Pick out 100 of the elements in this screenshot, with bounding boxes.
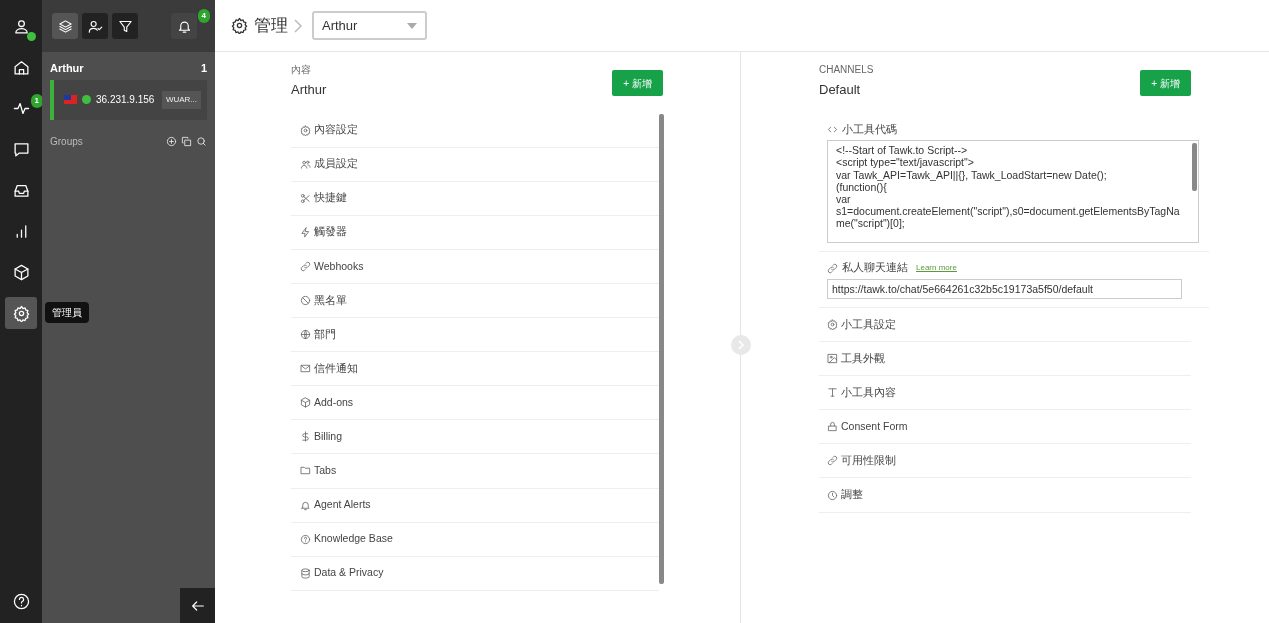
menu-item[interactable]: 工具外觀 [819, 342, 1191, 377]
menu-item-label: Billing [314, 429, 342, 444]
link-icon [827, 262, 838, 274]
chat-icon [12, 140, 30, 158]
menu-item[interactable]: 部門 [291, 318, 659, 353]
menu-item-label: Agent Alerts [314, 497, 371, 513]
cube-icon [12, 263, 30, 281]
page-title: 管理 [254, 14, 288, 37]
menu-item[interactable]: 黑名單 [291, 283, 659, 319]
back-button[interactable] [180, 588, 215, 623]
menu-item-label: 小工具內容 [841, 384, 896, 400]
layers-button[interactable] [52, 13, 78, 39]
bell-icon [176, 18, 192, 34]
globe-icon [300, 329, 311, 341]
chat-link-field[interactable]: https://tawk.to/chat/5e664261c32b5c19173a5f50/default [827, 279, 1182, 299]
layers-icon [57, 18, 73, 34]
menu-item-label: Webhooks [314, 258, 364, 274]
section-name: Arthur [291, 81, 327, 99]
add-icon [166, 135, 177, 147]
menu-item-label: 成員設定 [314, 156, 358, 172]
section-title: 小工具代碼 [842, 121, 897, 137]
question-icon [300, 533, 311, 545]
scissors-icon [300, 192, 311, 204]
menu-item[interactable]: 成員設定 [291, 147, 659, 182]
user-check-icon [87, 18, 103, 34]
section-name: Default [819, 81, 862, 99]
menu-item[interactable]: 信件通知 [291, 352, 659, 387]
rail-settings-button[interactable] [5, 297, 37, 329]
bell-icon [300, 499, 311, 511]
visitor-count: 1 [200, 61, 207, 76]
caret-icon [407, 22, 417, 29]
code-field[interactable]: <!--Start of Tawk.to Script--> <script type="text/javascript"> var Tawk_API=Tawk_API||{}, Tawk_LoadStart=new Date(); (function(){ var s1=document.createElement("script"),s0=document.getElementsByTagName("script")[0]; [827, 140, 1199, 244]
groups-label: Groups [50, 134, 83, 149]
scrollbar[interactable] [659, 113, 664, 584]
visitor-row[interactable]: 36.231.9.156 WUAR... [50, 79, 207, 120]
menu-item[interactable]: Webhooks [291, 249, 659, 284]
users-icon [300, 158, 311, 170]
lightning-icon [300, 226, 311, 238]
flag-icon [64, 95, 77, 104]
location-tag: WUAR... [161, 90, 201, 109]
settings-icon [231, 17, 248, 34]
menu-item[interactable]: Tabs [291, 454, 659, 489]
menu-item[interactable]: 可用性限制 [819, 444, 1191, 479]
menu-item-label: 黑名單 [314, 292, 347, 308]
menu-item[interactable]: 調整 [819, 478, 1191, 513]
folder-icon [300, 465, 311, 477]
menu-item[interactable]: Consent Form [819, 410, 1191, 445]
count-badge: 4 [197, 9, 210, 23]
property-select[interactable]: Arthur [312, 11, 427, 40]
database-icon [300, 567, 311, 579]
filter-button[interactable] [112, 13, 138, 39]
menu-item[interactable]: 內容設定 [291, 113, 659, 148]
chevron-right-icon [294, 18, 302, 33]
copy-icon [181, 135, 192, 147]
menu-item-label: 觸發器 [314, 224, 347, 240]
notifications-button[interactable] [171, 13, 197, 39]
menu-item-label: 部門 [314, 326, 336, 342]
menu-item-label: 快捷鍵 [314, 190, 347, 206]
dollar-icon [300, 431, 311, 443]
menu-item-label: 工具外觀 [841, 350, 885, 366]
menu-item-label: 小工具設定 [841, 316, 896, 332]
menu-item[interactable]: Data & Privacy [291, 556, 659, 591]
menu-item-label: 可用性限制 [841, 453, 896, 469]
ip-address: 36.231.9.156 [96, 93, 155, 107]
settings-icon [12, 304, 30, 322]
settings-icon [827, 319, 838, 331]
menu-item[interactable]: 小工具設定 [819, 308, 1191, 343]
link-icon [827, 455, 838, 467]
user-check-button[interactable] [82, 13, 108, 39]
search-icon [196, 135, 207, 147]
menu-item[interactable]: 觸發器 [291, 215, 659, 250]
help-icon [12, 592, 30, 610]
settings-icon [300, 124, 311, 136]
menu-item[interactable]: 快捷鍵 [291, 181, 659, 216]
menu-item[interactable]: Knowledge Base [291, 522, 659, 557]
learn-more-link[interactable]: Learn more [916, 262, 957, 275]
clock-icon [827, 489, 838, 501]
mail-icon [300, 363, 311, 375]
cube-icon [300, 397, 311, 409]
menu-item-label: 信件通知 [314, 360, 358, 376]
image-icon [827, 353, 838, 365]
lock-icon [827, 421, 838, 433]
user-icon [12, 17, 30, 35]
menu-item-label: 調整 [841, 487, 863, 503]
menu-item[interactable]: Agent Alerts [291, 488, 659, 523]
ban-icon [300, 295, 311, 306]
menu-item[interactable]: Billing [291, 420, 659, 455]
menu-item[interactable]: 小工具內容 [819, 376, 1191, 411]
text-icon [827, 387, 838, 399]
menu-item-label: Consent Form [841, 418, 908, 434]
section-label: CHANNELS [819, 63, 874, 77]
menu-item[interactable]: Add-ons [291, 386, 659, 421]
section-label: 內容 [291, 63, 312, 77]
menu-item-label: Add-ons [314, 394, 354, 410]
menu-item-label: Knowledge Base [314, 531, 393, 547]
tooltip: 管理員 [45, 302, 89, 323]
scrollbar[interactable] [1192, 143, 1197, 192]
link-icon [300, 260, 311, 272]
home-icon [12, 58, 30, 76]
menu-item-label: 內容設定 [314, 122, 358, 138]
